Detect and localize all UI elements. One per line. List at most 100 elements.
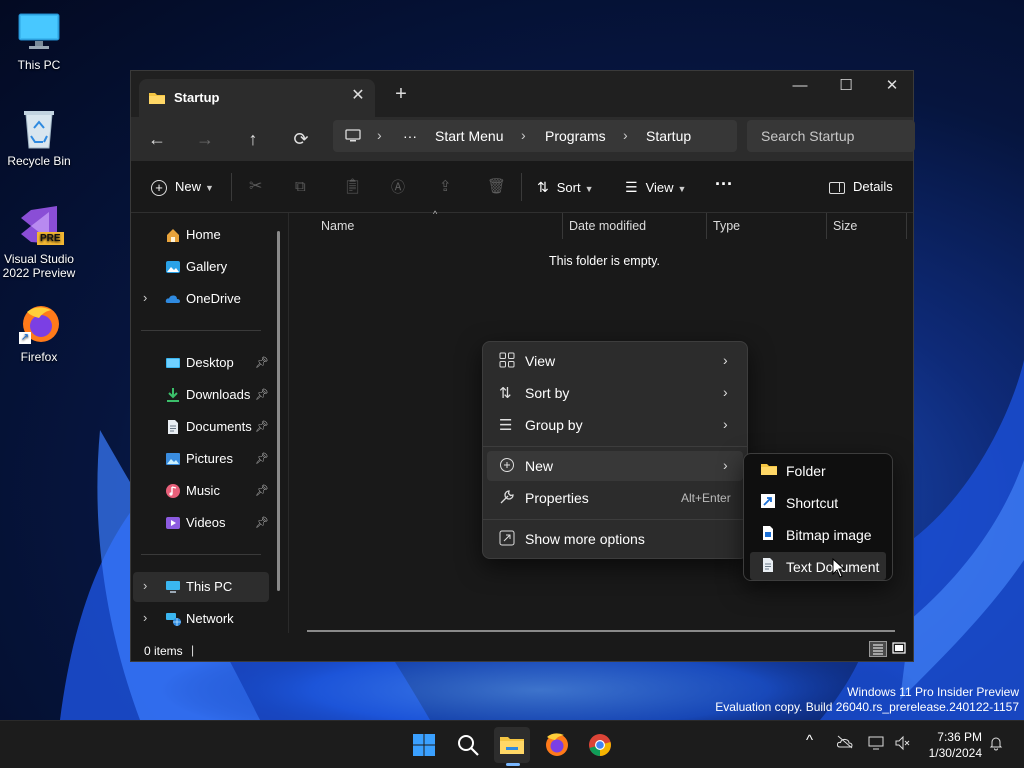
desktop-icon-visual-studio[interactable]: PRE Visual Studio 2022 Preview [0,204,78,280]
folder-icon [148,90,166,109]
sidebar-item-this-pc[interactable]: › This PC [133,572,269,602]
breadcrumb-start-menu[interactable]: Start Menu [435,128,503,144]
taskbar-chrome[interactable] [582,727,618,763]
column-divider[interactable] [562,213,563,239]
delete-icon[interactable]: 🗑︎ [487,175,506,199]
sidebar-item-music[interactable]: Music 📌︎ [133,476,269,506]
breadcrumb-more[interactable]: ··· [403,128,417,144]
pin-icon[interactable]: 📌︎ [255,484,269,497]
chevron-right-icon: › [723,384,728,400]
menu-item-view[interactable]: View › [487,346,743,376]
sidebar-item-gallery[interactable]: Gallery [133,252,269,282]
desktop-icon-recycle-bin[interactable]: Recycle Bin [0,106,78,168]
breadcrumb-separator[interactable]: › [623,127,628,143]
forward-button[interactable]: → [189,123,221,155]
search-box[interactable] [747,120,915,152]
pin-icon[interactable]: 📌︎ [255,452,269,465]
chevron-right-icon[interactable]: › [143,610,147,625]
firefox-icon: ↗ [17,302,61,346]
submenu-item-text-document[interactable]: Text Document [750,552,886,580]
navigation-bar: ← → ↑ ⟳ › ··· Start Menu › Programs › St… [131,117,915,161]
this-pc-icon[interactable] [345,128,361,147]
menu-item-properties[interactable]: Properties Alt+Enter [487,483,743,513]
chevron-right-icon: › [723,416,728,432]
pin-icon[interactable]: 📌︎ [255,420,269,433]
maximize-button[interactable]: ☐ [823,71,869,101]
taskbar-search-button[interactable] [450,727,486,763]
refresh-button[interactable]: ⟳ [285,123,317,155]
tab-startup[interactable]: Startup ✕ [139,79,375,117]
menu-item-show-more-options[interactable]: Show more options [487,524,743,554]
menu-divider [483,519,747,520]
chevron-right-icon: › [723,352,728,368]
sidebar-item-pictures[interactable]: Pictures 📌︎ [133,444,269,474]
breadcrumb-separator[interactable]: › [521,127,526,143]
back-button[interactable]: ← [141,123,173,155]
submenu-item-folder[interactable]: Folder [750,456,886,484]
sidebar-item-desktop[interactable]: Desktop 📌︎ [133,348,269,378]
column-divider[interactable] [906,213,907,239]
cut-icon[interactable]: ✂ [249,175,262,199]
column-header-type[interactable]: Type [713,219,740,233]
pin-icon[interactable]: 📌︎ [255,388,269,401]
show-hidden-icons-button[interactable]: ^ [806,732,813,749]
network-status-icon[interactable] [868,735,886,754]
pin-icon[interactable]: 📌︎ [255,516,269,529]
system-clock[interactable]: 7:36 PM 1/30/2024 [924,729,982,761]
new-button[interactable]: + New ▼ [151,175,214,199]
onedrive-icon [165,291,181,307]
sidebar-item-home[interactable]: Home [133,220,269,250]
search-input[interactable] [747,120,915,152]
notification-bell-icon[interactable] [988,735,1004,754]
close-window-button[interactable]: ✕ [869,71,915,101]
up-button[interactable]: ↑ [237,123,269,155]
tab-close-icon[interactable]: ✕ [347,85,369,107]
sidebar-item-videos[interactable]: Videos 📌︎ [133,508,269,538]
paste-icon[interactable]: 📋︎ [343,175,362,199]
tiles-view-icon[interactable] [891,641,909,657]
sidebar-item-network[interactable]: › Network [133,604,269,634]
menu-item-group-by[interactable]: ☰ Group by › [487,410,743,440]
copy-icon[interactable]: ⧉ [295,175,306,199]
desktop-icon-this-pc[interactable]: This PC [0,10,78,72]
horizontal-scrollbar[interactable] [307,630,895,632]
chrome-icon [582,734,618,766]
breadcrumb-startup[interactable]: Startup [646,128,691,144]
view-button[interactable]: ☰ View ▼ [625,175,686,199]
cloud-offline-icon[interactable] [836,735,854,752]
sidebar-item-onedrive[interactable]: › OneDrive [133,284,269,314]
chevron-right-icon[interactable]: › [143,290,147,305]
more-options-button[interactable]: ··· [715,172,733,196]
breadcrumb-programs[interactable]: Programs [545,128,606,144]
submenu-item-bitmap-image[interactable]: Bitmap image [750,520,886,548]
desktop-icon-firefox[interactable]: ↗ Firefox [0,302,78,364]
details-view-icon[interactable] [869,641,887,657]
column-divider[interactable] [826,213,827,239]
pin-icon[interactable]: 📌︎ [255,356,269,369]
firefox-icon [538,733,574,766]
minimize-button[interactable]: — [777,71,823,101]
menu-item-new[interactable]: New › [487,451,743,481]
share-icon[interactable]: ⇪ [439,175,452,199]
sort-button[interactable]: ⇅ Sort ▼ [537,175,594,199]
sidebar-item-documents[interactable]: Documents 📌︎ [133,412,269,442]
new-tab-button[interactable]: + [389,83,413,107]
rename-icon[interactable]: Ⓐ [391,175,405,199]
volume-muted-icon[interactable] [894,735,912,754]
sidebar-item-downloads[interactable]: Downloads 📌︎ [133,380,269,410]
taskbar-firefox[interactable] [538,727,574,763]
column-header-date-modified[interactable]: Date modified [569,219,646,233]
submenu-item-shortcut[interactable]: Shortcut [750,488,886,516]
column-divider[interactable] [706,213,707,239]
column-header-size[interactable]: Size [833,219,857,233]
address-bar[interactable]: › ··· Start Menu › Programs › Startup [333,120,737,152]
column-header-name[interactable]: Name [321,219,354,233]
monitor-icon [17,10,61,54]
breadcrumb-separator[interactable]: › [377,127,382,143]
taskbar-file-explorer[interactable] [494,727,530,763]
start-button[interactable] [406,727,442,763]
sidebar-scrollbar[interactable] [277,231,280,591]
chevron-right-icon[interactable]: › [143,578,147,593]
details-button[interactable]: Details [829,175,893,199]
menu-item-sort-by[interactable]: ⇅ Sort by › [487,378,743,408]
